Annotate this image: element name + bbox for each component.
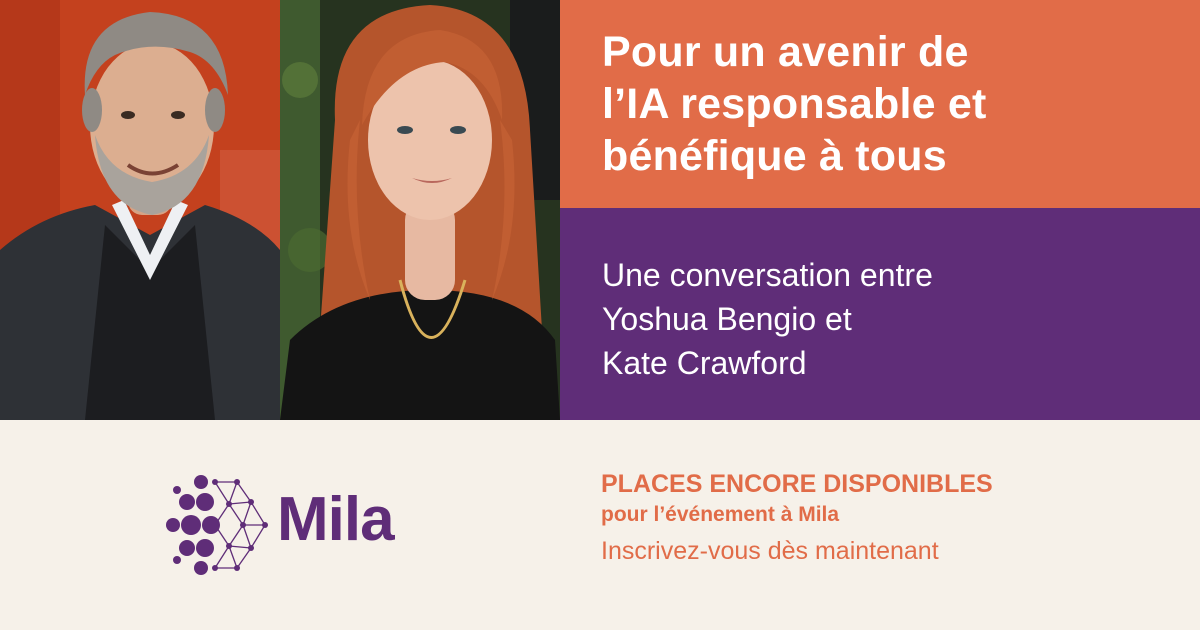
portrait-right-photo (280, 0, 560, 420)
speakers-text-line: Kate Crawford (602, 345, 807, 381)
event-title-line: l’IA responsable et (602, 80, 987, 128)
speakers-text: Une conversation entre Yoshua Bengio et … (602, 253, 933, 385)
event-title-line: Pour un avenir de (602, 28, 969, 76)
mila-logo[interactable]: Mila (165, 470, 425, 580)
speakers-text-line: Une conversation entre (602, 257, 933, 293)
speakers-text-line: Yoshua Bengio et (602, 301, 852, 337)
event-banner: Pour un avenir de l’IA responsable et bé… (0, 0, 1200, 630)
portrait-left-photo (0, 0, 280, 420)
availability-notice: PLACES ENCORE DISPONIBLES (601, 470, 993, 498)
event-location: pour l’événement à Mila (601, 503, 840, 526)
neural-network-dots-icon (166, 475, 268, 575)
event-title: Pour un avenir de l’IA responsable et bé… (602, 26, 987, 182)
register-link[interactable]: Inscrivez-vous dès maintenant (601, 532, 993, 570)
mila-wordmark: Mila (277, 485, 395, 554)
footer-band: Mila PLACES ENCORE DISPONIBLES pour l’év… (0, 420, 1200, 630)
registration-cta[interactable]: PLACES ENCORE DISPONIBLES pour l’événeme… (601, 468, 993, 570)
headline-panel: Pour un avenir de l’IA responsable et bé… (560, 0, 1200, 208)
speakers-panel: Une conversation entre Yoshua Bengio et … (560, 208, 1200, 420)
event-title-line: bénéfique à tous (602, 132, 947, 180)
